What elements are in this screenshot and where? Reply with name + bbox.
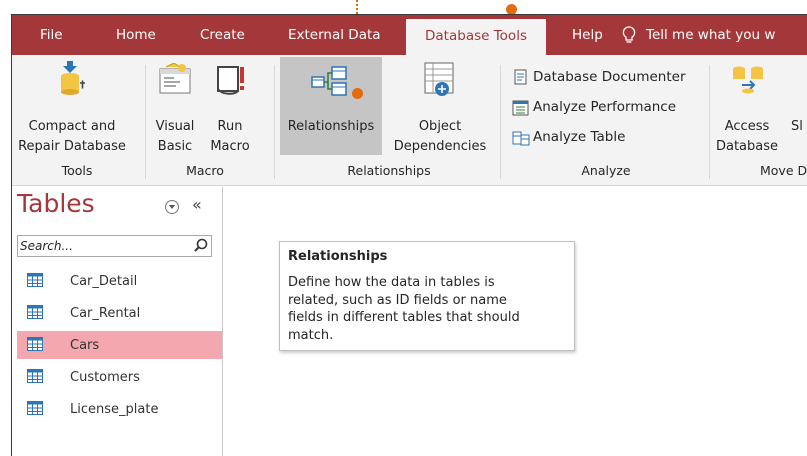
search-icon[interactable] [191,236,211,256]
tab-create[interactable]: Create [200,15,245,55]
tooltip-line: related, such as ID fields or name [288,292,507,308]
table-item-label: Car_Rental [70,306,141,321]
visual-basic-line2: Basic [157,139,193,154]
sharepoint-line1: Sl [791,119,803,134]
group-separator [145,65,146,179]
table-item-label: Cars [70,338,100,353]
visual-basic-line1: Visual [155,119,195,134]
annotation-dot-relationships [352,88,363,99]
tooltip-line: fields in different tables that should [288,310,520,325]
analyze-performance-label: Analyze Performance [533,99,677,115]
analyze-table-icon [512,131,530,146]
analyze-table-label: Analyze Table [533,129,626,145]
table-item-label: License_plate [70,402,159,417]
relationships-button[interactable]: Relationships [280,57,382,155]
table-item-cars[interactable]: Cars [17,331,222,359]
tab-external-data[interactable]: External Data [288,15,381,55]
tell-me-text: Tell me what you w [646,27,776,43]
access-database-line2: Database [715,139,779,154]
ribbon-tab-strip: File Home Create External Data Database … [12,15,807,55]
tooltip-line: match. [288,327,334,343]
lightbulb-icon [622,26,636,43]
tab-file[interactable]: File [40,15,63,55]
nav-pane-menu-icon[interactable] [165,200,179,214]
table-item-license-plate[interactable]: License_plate [17,395,222,423]
visual-basic-icon [159,63,191,94]
shutter-bar-collapse-icon[interactable]: « [192,195,202,214]
table-icon [27,369,43,383]
nav-search-input[interactable] [20,237,180,255]
tooltip-line: Define how the data in tables is [288,275,495,290]
group-label-analyze: Analyze [581,163,631,178]
group-label-relationships: Relationships [347,163,431,178]
tooltip-body: Define how the data in tables is related… [280,242,566,344]
table-item-label: Car_Detail [70,274,138,289]
run-macro-line1: Run [217,119,243,134]
compact-repair-button[interactable]: Compact and Repair Database [12,55,132,159]
database-documenter-icon [514,69,527,85]
access-database-button[interactable]: Access Database [712,55,782,159]
access-window: File Home Create External Data Database … [11,14,807,456]
group-label-macro: Macro [186,163,224,178]
object-dependencies-line2: Dependencies [393,139,487,154]
sharepoint-button[interactable]: Sl [791,55,807,159]
run-macro-icon [217,66,244,95]
table-icon [27,273,43,287]
compact-repair-icon [61,61,85,95]
relationships-label: Relationships [287,119,375,134]
navigation-pane: Tables « Car_Detail [12,187,223,456]
table-icon [27,337,43,351]
compact-line1: Compact and [28,119,116,134]
table-item-customers[interactable]: Customers [17,363,222,391]
tab-help[interactable]: Help [572,15,603,55]
table-icon [27,401,43,415]
compact-line2: Repair Database [18,139,126,154]
group-separator [500,65,501,179]
object-dependencies-icon [424,62,454,96]
group-separator [709,65,710,179]
object-dependencies-line1: Object [418,119,462,134]
nav-pane-title[interactable]: Tables [17,189,95,218]
group-label-move-data: Move D [760,163,807,178]
run-macro-line2: Macro [210,139,250,154]
group-label-tools: Tools [61,163,93,178]
object-dependencies-button[interactable]: Object Dependencies [388,55,492,159]
analyze-performance-icon [512,100,529,116]
tab-home[interactable]: Home [116,15,156,55]
relationships-icon [311,66,347,96]
ribbon-database-tools: Compact and Repair Database Tools Visual… [12,55,807,186]
table-item-car-detail[interactable]: Car_Detail [17,267,222,295]
access-database-line1: Access [724,119,770,134]
nav-search-box [17,235,212,257]
access-database-icon [733,66,763,94]
database-documenter-label: Database Documenter [533,69,686,85]
relationships-tooltip: Relationships Define how the data in tab… [279,241,575,351]
group-separator [274,65,275,179]
table-icon [27,305,43,319]
table-item-car-rental[interactable]: Car_Rental [17,299,222,327]
run-macro-button[interactable]: Run Macro [204,55,256,159]
table-item-label: Customers [70,370,140,385]
tab-database-tools[interactable]: Database Tools [406,19,546,55]
visual-basic-button[interactable]: Visual Basic [150,55,200,159]
